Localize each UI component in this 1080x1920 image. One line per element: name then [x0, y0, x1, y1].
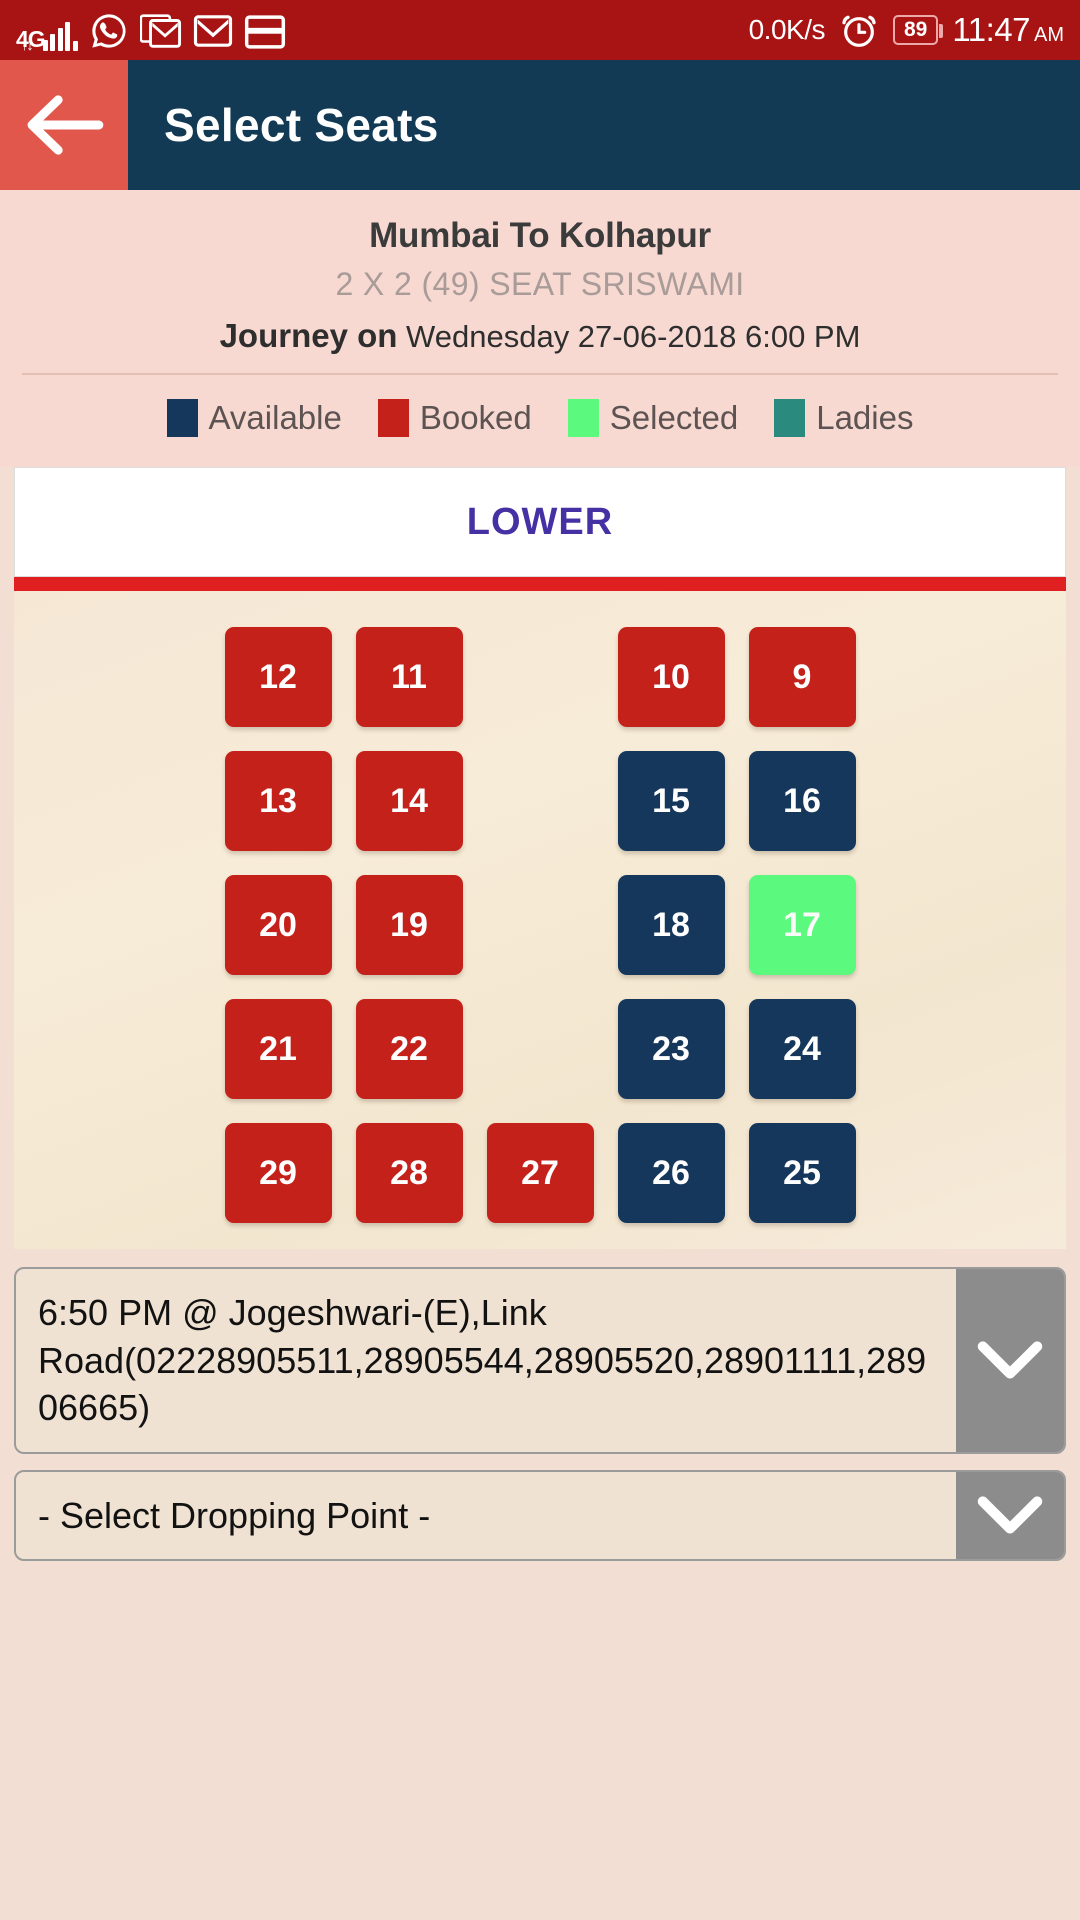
points-section: 6:50 PM @ Jogeshwari-(E),Link Road(02228…: [0, 1249, 1080, 1562]
legend-item-booked: Booked: [377, 399, 532, 437]
legend-swatch-booked: [377, 399, 409, 437]
seat-legend: Available Booked Selected Ladies: [0, 375, 1080, 467]
network-type-indicator: 4G ↑↓: [16, 9, 46, 54]
bus-type-label: 2 X 2 (49) SEAT SRISWAMI: [335, 266, 745, 302]
seat-20[interactable]: 20: [224, 875, 332, 975]
battery-indicator: 89: [893, 15, 944, 45]
seat-row: 29 28 27 26 25: [14, 1123, 1066, 1223]
seat-12[interactable]: 12: [224, 627, 332, 727]
seat-row: 13 14 15 16: [14, 751, 1066, 851]
boarding-point-dropdown[interactable]: 6:50 PM @ Jogeshwari-(E),Link Road(02228…: [14, 1267, 1066, 1454]
trip-info-panel: Mumbai To Kolhapur 2 X 2 (49) SEAT SRISW…: [0, 190, 1080, 375]
whatsapp-icon: [92, 14, 126, 48]
data-speed-label: 0.0K/s: [748, 14, 826, 45]
legend-swatch-selected: [567, 399, 599, 437]
clock: 11:47 AM: [952, 11, 1064, 49]
journey-info: Journey on Wednesday 27-06-2018 6:00 PM: [0, 317, 1080, 355]
clock-ampm: AM: [1034, 24, 1064, 46]
legend-item-selected: Selected: [567, 399, 739, 437]
seat-23[interactable]: 23: [617, 999, 725, 1099]
deck-title: LOWER: [466, 500, 614, 543]
page-title: Select Seats: [164, 99, 439, 151]
seat-9[interactable]: 9: [748, 627, 856, 727]
seat-17[interactable]: 17: [748, 875, 856, 975]
seat-21[interactable]: 21: [224, 999, 332, 1099]
legend-label-booked: Booked: [419, 399, 532, 436]
card-icon: [244, 15, 285, 49]
chevron-down-icon: [977, 1496, 1043, 1534]
seat-25[interactable]: 25: [748, 1123, 856, 1223]
seat-row: 21 22 23 24: [14, 999, 1066, 1099]
journey-prefix-label: Journey on: [219, 317, 398, 354]
seat-19[interactable]: 19: [355, 875, 463, 975]
seat-row: 12 11 10 9: [14, 627, 1066, 727]
dropping-point-dropdown-button[interactable]: [956, 1471, 1064, 1560]
seat-11[interactable]: 11: [355, 627, 463, 727]
dropping-point-value[interactable]: - Select Dropping Point -: [16, 1472, 956, 1560]
status-bar: 4G ↑↓ 0.0K/s 89 11:47 AM: [0, 0, 1080, 60]
status-bar-left: 4G ↑↓: [16, 9, 749, 54]
legend-item-available: Available: [166, 399, 342, 437]
seat-row: 20 19 18 17: [14, 875, 1066, 975]
deck-accent-bar: [14, 577, 1066, 591]
legend-label-available: Available: [208, 399, 342, 436]
seat-26[interactable]: 26: [617, 1123, 725, 1223]
seat-map[interactable]: 12 11 10 9 13 14 15 16 20 19 18 17 21 22 23 24 29 28 27 26 2…: [14, 591, 1066, 1249]
seat-14[interactable]: 14: [355, 751, 463, 851]
seat-10[interactable]: 10: [617, 627, 725, 727]
seat-18[interactable]: 18: [617, 875, 725, 975]
seat-28[interactable]: 28: [355, 1123, 463, 1223]
gmail-icon: [193, 15, 232, 47]
seat-13[interactable]: 13: [224, 751, 332, 851]
boarding-point-value[interactable]: 6:50 PM @ Jogeshwari-(E),Link Road(02228…: [16, 1269, 956, 1452]
gmail-icon: [139, 14, 181, 48]
seat-24[interactable]: 24: [748, 999, 856, 1099]
route-label: Mumbai To Kolhapur: [369, 216, 711, 255]
app-bar: Select Seats: [0, 60, 1080, 190]
signal-bars-icon: [42, 21, 78, 51]
legend-item-ladies: Ladies: [774, 399, 913, 437]
status-bar-right: 0.0K/s 89 11:47 AM: [749, 10, 1064, 50]
data-transfer-arrows-icon: ↑↓: [20, 37, 34, 54]
legend-label-selected: Selected: [609, 399, 739, 436]
chevron-down-icon: [977, 1341, 1043, 1379]
seat-15[interactable]: 15: [617, 751, 725, 851]
boarding-point-dropdown-button[interactable]: [956, 1269, 1064, 1452]
journey-details-label: Wednesday 27-06-2018 6:00 PM: [406, 319, 861, 354]
legend-swatch-ladies: [774, 399, 806, 437]
clock-time: 11:47: [952, 11, 1030, 48]
back-arrow-icon: [27, 95, 104, 155]
alarm-clock-icon: [842, 15, 876, 47]
seat-22[interactable]: 22: [355, 999, 463, 1099]
deck-header: LOWER: [14, 467, 1066, 577]
legend-swatch-available: [166, 399, 198, 437]
seat-27[interactable]: 27: [486, 1123, 594, 1223]
seat-29[interactable]: 29: [224, 1123, 332, 1223]
seat-16[interactable]: 16: [748, 751, 856, 851]
deck-section: LOWER 12 11 10 9 13 14 15 16 20 19 18 17 21 22 23 24 29 2…: [0, 467, 1080, 1249]
back-button[interactable]: [0, 60, 128, 190]
legend-label-ladies: Ladies: [816, 399, 914, 436]
app-bar-title-area: Select Seats: [128, 60, 1080, 190]
dropping-point-dropdown[interactable]: - Select Dropping Point -: [14, 1469, 1066, 1562]
